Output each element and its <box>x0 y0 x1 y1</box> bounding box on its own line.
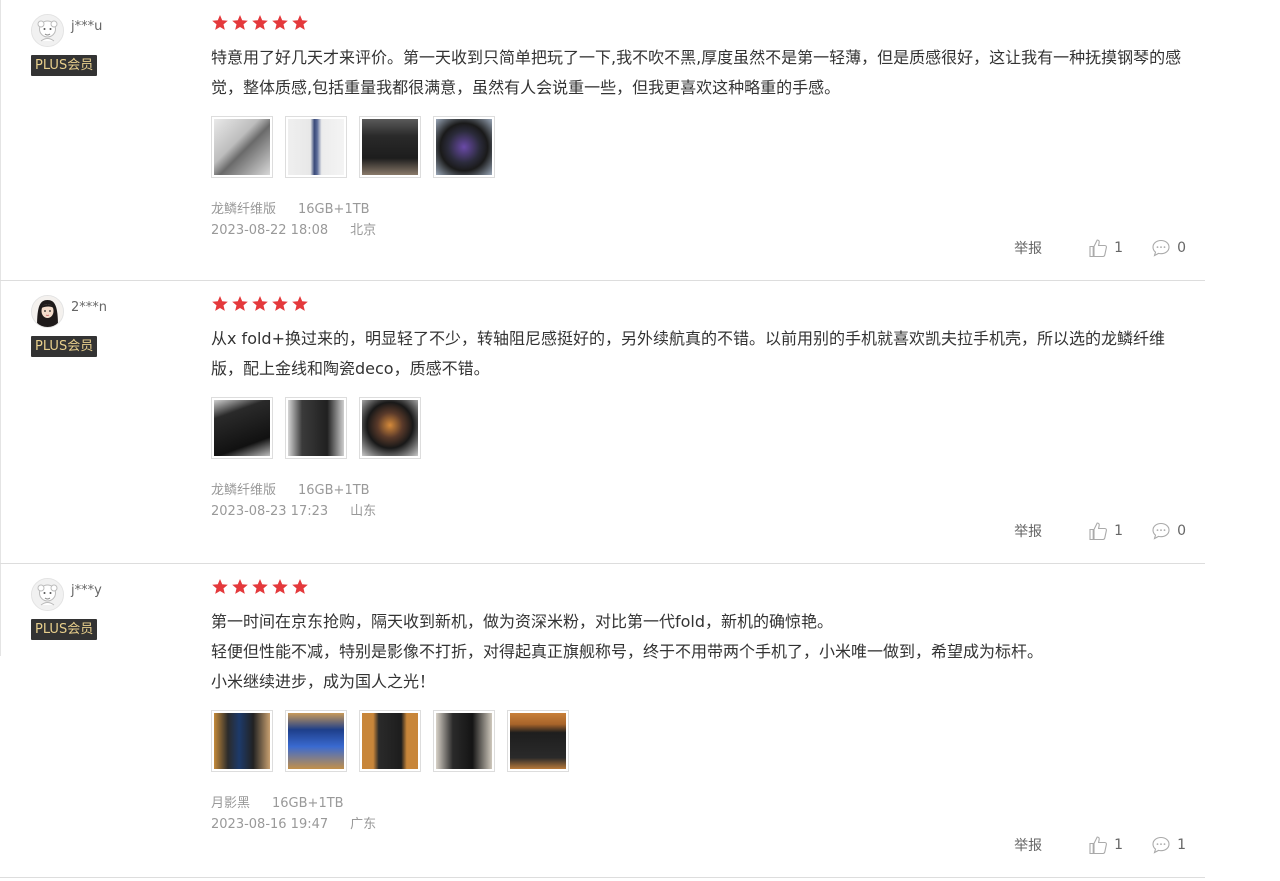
photo-thumbnail[interactable] <box>285 116 347 178</box>
review-meta: 2023-08-23 17:23 山东 <box>211 500 376 519</box>
review-text: 特意用了好几天才来评价。第一天收到只简单把玩了一下,我不吹不黑,厚度虽然不是第一… <box>211 43 1191 103</box>
photo-thumbnail[interactable] <box>359 710 421 772</box>
review-location: 北京 <box>350 223 377 238</box>
product-spec: 16GB+1TB <box>298 483 370 498</box>
star-rating <box>211 14 309 33</box>
comment-button[interactable]: 0 <box>1151 238 1186 258</box>
star-icon <box>292 296 308 311</box>
review-date: 2023-08-22 18:08 <box>211 223 329 238</box>
comment-icon <box>1152 239 1170 257</box>
review-location: 山东 <box>350 504 377 519</box>
thumbs-up-icon <box>1089 522 1108 541</box>
comment-button[interactable]: 1 <box>1151 835 1186 855</box>
star-icon <box>252 579 268 594</box>
photo-thumbnail[interactable] <box>211 116 273 178</box>
girl-avatar-icon[interactable] <box>31 295 64 328</box>
review-location: 广东 <box>350 817 377 832</box>
product-meta: 月影黑 16GB+1TB <box>211 792 344 811</box>
product-spec: 16GB+1TB <box>272 796 344 811</box>
review-item: 2***n PLUS会员 从x fold+换过来的，明显轻了不少，转轴阻尼感挺好… <box>0 281 1205 564</box>
comment-button[interactable]: 0 <box>1151 521 1186 541</box>
report-button[interactable]: 举报 <box>1014 835 1042 855</box>
star-icon <box>252 296 268 311</box>
photo-thumbnail[interactable] <box>211 710 273 772</box>
report-button[interactable]: 举报 <box>1014 521 1042 541</box>
photo-thumbnail[interactable] <box>359 397 421 459</box>
comment-count: 0 <box>1177 523 1186 539</box>
review-date: 2023-08-16 19:47 <box>211 817 329 832</box>
product-variant: 龙鳞纤维版 <box>211 483 277 498</box>
star-icon <box>212 579 228 594</box>
star-rating <box>211 578 309 597</box>
star-icon <box>212 296 228 311</box>
review-actions: 举报 1 0 <box>1014 521 1186 541</box>
review-item: j***u PLUS会员 特意用了好几天才来评价。第一天收到只简单把玩了一下,我… <box>0 0 1205 281</box>
plus-member-badge: PLUS会员 <box>31 336 98 357</box>
report-button[interactable]: 举报 <box>1014 238 1042 258</box>
product-spec: 16GB+1TB <box>298 202 370 217</box>
product-variant: 月影黑 <box>211 796 251 811</box>
like-button[interactable]: 1 <box>1088 238 1123 258</box>
review-date: 2023-08-23 17:23 <box>211 504 329 519</box>
sheep-avatar-icon[interactable] <box>31 578 64 611</box>
username: 2***n <box>71 300 108 315</box>
thumbs-up-icon <box>1089 836 1108 855</box>
review-meta: 2023-08-16 19:47 广东 <box>211 813 376 832</box>
star-icon <box>232 579 248 594</box>
review-paragraph: 特意用了好几天才来评价。第一天收到只简单把玩了一下,我不吹不黑,厚度虽然不是第一… <box>211 48 1182 97</box>
photo-thumbnail[interactable] <box>433 710 495 772</box>
star-icon <box>232 15 248 30</box>
star-icon <box>292 579 308 594</box>
photo-thumbnail[interactable] <box>285 710 347 772</box>
review-paragraph: 从x fold+换过来的，明显轻了不少，转轴阻尼感挺好的，另外续航真的不错。以前… <box>211 329 1165 378</box>
star-icon <box>272 579 288 594</box>
like-count: 1 <box>1114 523 1124 539</box>
photo-thumbnails <box>211 116 495 178</box>
product-variant: 龙鳞纤维版 <box>211 202 277 217</box>
thumbs-up-icon <box>1089 239 1108 258</box>
photo-thumbnail[interactable] <box>211 397 273 459</box>
review-text: 从x fold+换过来的，明显轻了不少，转轴阻尼感挺好的，另外续航真的不错。以前… <box>211 324 1191 384</box>
photo-thumbnails <box>211 397 421 459</box>
review-item: j***y PLUS会员 第一时间在京东抢购，隔天收到新机，做为资深米粉，对比第… <box>0 564 1205 878</box>
star-icon <box>252 15 268 30</box>
photo-thumbnail[interactable] <box>359 116 421 178</box>
star-icon <box>272 15 288 30</box>
product-meta: 龙鳞纤维版 16GB+1TB <box>211 198 370 217</box>
review-text: 第一时间在京东抢购，隔天收到新机，做为资深米粉，对比第一代fold，新机的确惊艳… <box>211 607 1191 697</box>
photo-thumbnails <box>211 710 569 772</box>
username: j***u <box>71 19 103 34</box>
like-button[interactable]: 1 <box>1088 835 1123 855</box>
comment-icon <box>1152 836 1170 854</box>
username: j***y <box>71 583 102 598</box>
star-icon <box>212 15 228 30</box>
review-actions: 举报 1 0 <box>1014 238 1186 258</box>
star-rating <box>211 295 309 314</box>
photo-thumbnail[interactable] <box>507 710 569 772</box>
review-meta: 2023-08-22 18:08 北京 <box>211 219 376 238</box>
photo-thumbnail[interactable] <box>433 116 495 178</box>
comment-count: 0 <box>1177 240 1186 256</box>
plus-member-badge: PLUS会员 <box>31 55 98 76</box>
photo-thumbnail[interactable] <box>285 397 347 459</box>
plus-member-badge: PLUS会员 <box>31 619 98 640</box>
star-icon <box>292 15 308 30</box>
sheep-avatar-icon[interactable] <box>31 14 64 47</box>
like-count: 1 <box>1114 837 1124 853</box>
comment-icon <box>1152 522 1170 540</box>
product-meta: 龙鳞纤维版 16GB+1TB <box>211 479 370 498</box>
review-paragraph: 轻便但性能不减，特别是影像不打折，对得起真正旗舰称号，终于不用带两个手机了，小米… <box>211 642 1044 661</box>
review-paragraph: 小米继续进步，成为国人之光！ <box>211 672 436 691</box>
review-actions: 举报 1 1 <box>1014 835 1186 855</box>
comment-count: 1 <box>1177 837 1186 853</box>
like-button[interactable]: 1 <box>1088 521 1123 541</box>
review-paragraph: 第一时间在京东抢购，隔天收到新机，做为资深米粉，对比第一代fold，新机的确惊艳… <box>211 612 834 631</box>
star-icon <box>272 296 288 311</box>
like-count: 1 <box>1114 240 1124 256</box>
star-icon <box>232 296 248 311</box>
